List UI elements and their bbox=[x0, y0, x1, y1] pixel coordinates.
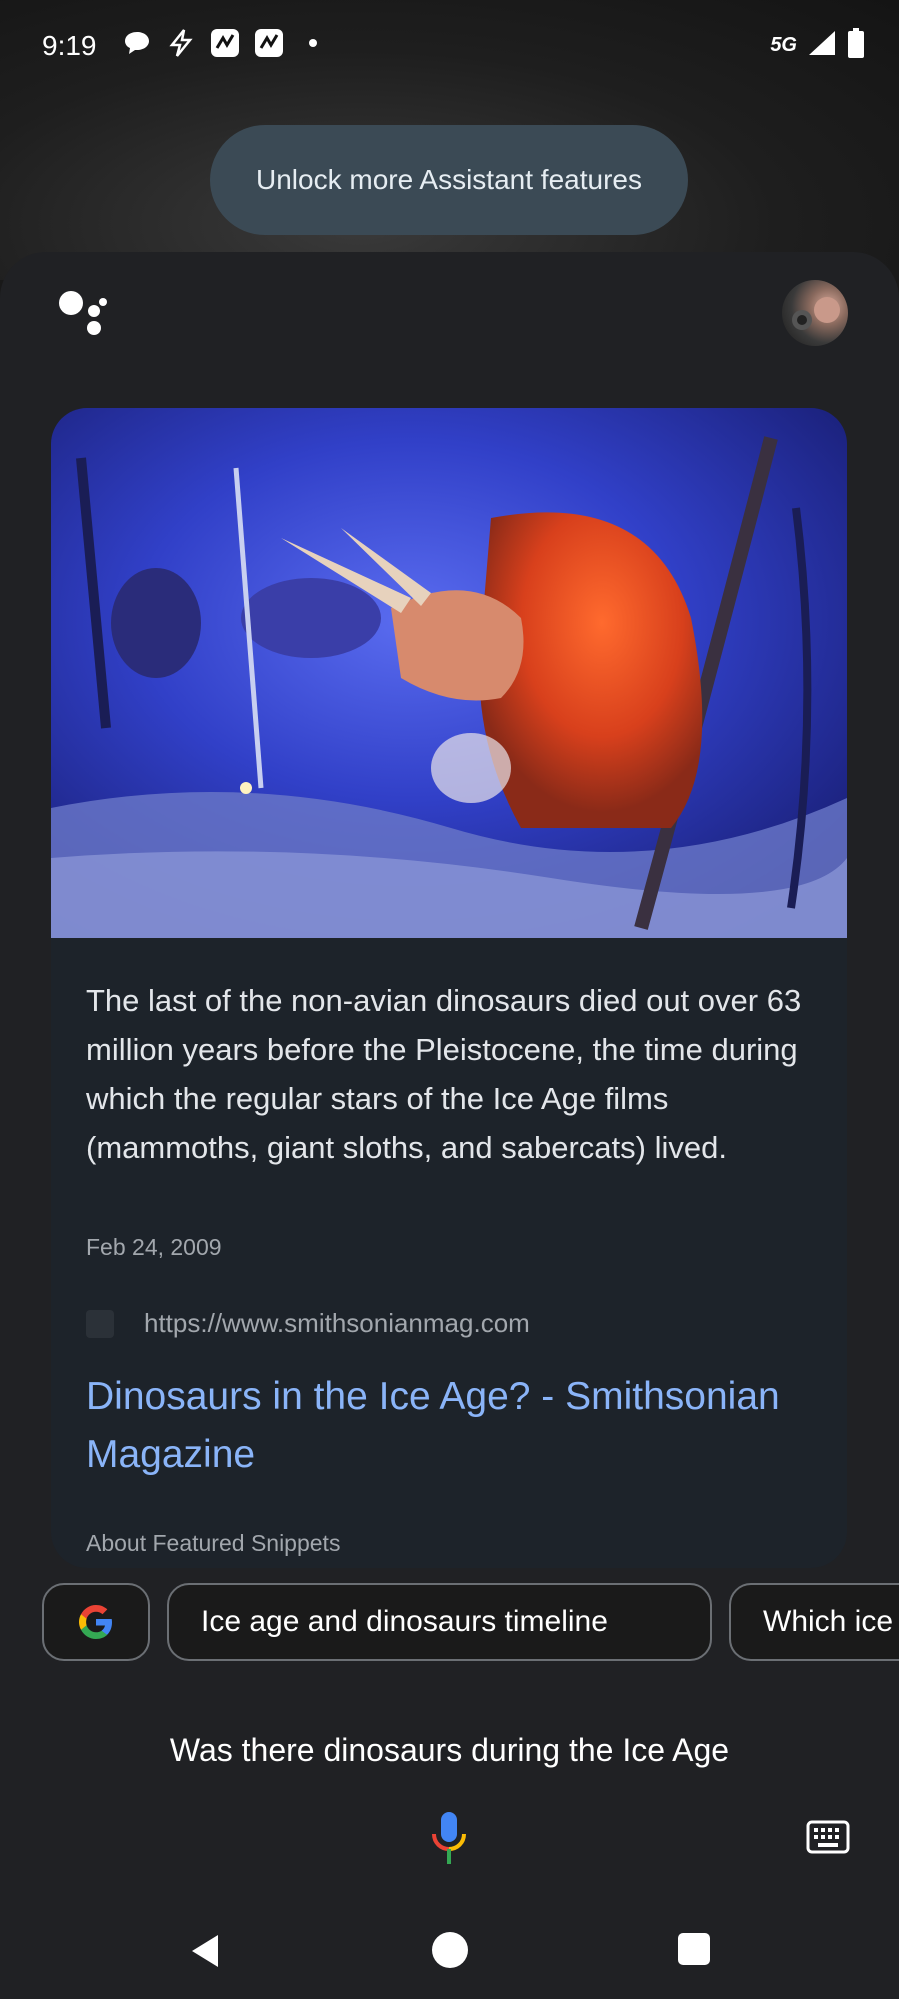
snippet-date: Feb 24, 2009 bbox=[86, 1234, 222, 1260]
source-url[interactable]: https://www.smithsonianmag.com bbox=[144, 1308, 530, 1339]
app-notification-icon bbox=[254, 28, 284, 58]
dot-icon bbox=[298, 28, 328, 58]
spoken-query: Was there dinosaurs during the Ice Age bbox=[169, 1732, 730, 1768]
notification-icons bbox=[122, 28, 328, 58]
status-time: 9:19 bbox=[42, 30, 97, 61]
microphone-icon[interactable] bbox=[430, 1810, 468, 1866]
unlock-features-toast[interactable]: Unlock more Assistant features bbox=[210, 125, 688, 235]
status-right: 5G bbox=[770, 28, 865, 63]
suggestion-chips: Ice age and dinosaurs timeline Which ice bbox=[42, 1583, 899, 1665]
about-featured-snippets-link[interactable]: About Featured Snippets bbox=[86, 1530, 340, 1557]
dinosaur-diorama-image bbox=[51, 408, 847, 938]
app-notification-icon bbox=[210, 28, 240, 58]
network-label: 5G bbox=[770, 34, 797, 56]
chat-bubble-icon bbox=[122, 28, 152, 58]
suggestion-chip[interactable]: Ice age and dinosaurs timeline bbox=[167, 1583, 712, 1661]
flash-icon bbox=[166, 28, 196, 58]
keyboard-icon[interactable] bbox=[806, 1820, 850, 1854]
toast-text: Unlock more Assistant features bbox=[256, 164, 642, 195]
status-bar: 9:19 5G bbox=[0, 0, 899, 90]
suggestion-chip[interactable]: Which ice bbox=[729, 1583, 899, 1661]
user-avatar[interactable] bbox=[782, 280, 848, 346]
featured-snippet-card[interactable]: The last of the non-avian dinosaurs died… bbox=[51, 408, 847, 1568]
battery-icon bbox=[847, 28, 865, 63]
home-icon[interactable] bbox=[432, 1932, 468, 1968]
google-g-icon bbox=[79, 1605, 112, 1639]
signal-icon bbox=[807, 29, 837, 62]
google-assistant-icon bbox=[58, 290, 108, 336]
google-search-chip[interactable] bbox=[42, 1583, 150, 1661]
snippet-text: The last of the non-avian dinosaurs died… bbox=[86, 983, 802, 1165]
source-row[interactable]: https://www.smithsonianmag.com bbox=[86, 1308, 530, 1339]
result-title-link[interactable]: Dinosaurs in the Ice Age? - Smithsonian … bbox=[86, 1368, 806, 1484]
recents-icon[interactable] bbox=[678, 1933, 710, 1965]
back-icon[interactable] bbox=[186, 1931, 226, 1971]
site-favicon-icon bbox=[86, 1309, 114, 1338]
